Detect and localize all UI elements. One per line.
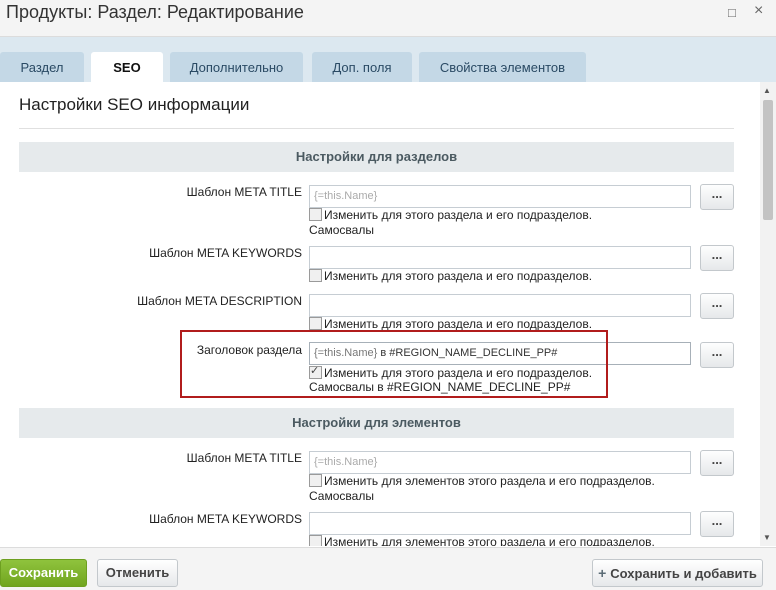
scroll-down-icon[interactable]: ▼ [763,533,771,542]
page-title: Настройки SEO информации [19,95,250,114]
checkbox[interactable] [309,317,322,330]
close-icon[interactable]: × [754,2,763,20]
section-meta-description-input[interactable] [309,294,691,317]
tab-extra-fields[interactable]: Доп. поля [312,52,412,83]
window-title: Продукты: Раздел: Редактирование [6,2,304,22]
checkbox-label: Изменить для этого раздела и его подразд… [324,208,593,222]
save-button[interactable]: Сохранить [0,559,87,587]
highlight-frame [180,330,608,398]
element-meta-keywords-input[interactable] [309,512,691,535]
scrollbar-thumb[interactable] [763,100,773,220]
divider [19,128,734,129]
element-meta-title-preview: Самосвалы [309,489,374,503]
section-meta-keywords-insert-button[interactable]: ... [700,245,734,271]
section-meta-keywords-checkbox-row[interactable]: Изменить для этого раздела и его подразд… [309,269,592,283]
checkbox[interactable] [309,269,322,282]
section-meta-description-label: Шаблон META DESCRIPTION [137,294,302,308]
tab-additional[interactable]: Дополнительно [170,52,303,83]
element-meta-keywords-checkbox-row[interactable]: Изменить для элементов этого раздела и е… [309,535,655,546]
section-heading-insert-button[interactable]: ... [700,342,734,368]
checkbox[interactable] [309,208,322,221]
section-meta-description-insert-button[interactable]: ... [700,293,734,319]
section-meta-title-label: Шаблон META TITLE [186,185,302,199]
element-meta-title-checkbox-row[interactable]: Изменить для элементов этого раздела и е… [309,474,655,488]
plus-icon: + [598,565,607,581]
element-meta-keywords-insert-button[interactable]: ... [700,511,734,537]
section-meta-title-insert-button[interactable]: ... [700,184,734,210]
checkbox[interactable] [309,474,322,487]
section-meta-title-input[interactable]: {=this.Name} [309,185,691,208]
section-meta-description-checkbox-row[interactable]: Изменить для этого раздела и его подразд… [309,317,592,331]
section-meta-keywords-label: Шаблон META KEYWORDS [149,246,302,260]
tab-section[interactable]: Раздел [0,52,84,83]
element-meta-keywords-label: Шаблон META KEYWORDS [149,512,302,526]
save-and-add-label: Сохранить и добавить [610,566,757,581]
scroll-up-icon[interactable]: ▲ [763,86,771,95]
cancel-button[interactable]: Отменить [97,559,178,587]
window-titlebar: Продукты: Раздел: Редактирование □ × [0,0,776,37]
section-settings-header: Настройки для разделов [19,142,734,172]
element-meta-title-label: Шаблон META TITLE [186,451,302,465]
checkbox-label: Изменить для этого раздела и его подразд… [324,269,593,283]
checkbox-label: Изменить для элементов этого раздела и е… [324,535,655,546]
element-meta-title-input[interactable]: {=this.Name} [309,451,691,474]
checkbox[interactable] [309,535,322,546]
checkbox-label: Изменить для этого раздела и его подразд… [324,317,593,331]
element-settings-header: Настройки для элементов [19,408,734,438]
vertical-scrollbar[interactable]: ▲ ▼ [760,82,776,546]
tab-element-properties[interactable]: Свойства элементов [419,52,586,83]
element-meta-title-insert-button[interactable]: ... [700,450,734,476]
section-meta-keywords-input[interactable] [309,246,691,269]
section-meta-title-checkbox-row[interactable]: Изменить для этого раздела и его подразд… [309,208,592,222]
checkbox-label: Изменить для элементов этого раздела и е… [324,474,655,488]
footer-bar: Сохранить Отменить + Сохранить и добавить [0,547,776,590]
tab-bar: Раздел SEO Дополнительно Доп. поля Свойс… [0,37,776,84]
section-meta-title-preview: Самосвалы [309,223,374,237]
maximize-icon[interactable]: □ [728,5,736,20]
tab-seo[interactable]: SEO [91,52,163,84]
seo-panel: Настройки SEO информации Настройки для р… [0,82,760,546]
save-and-add-button[interactable]: + Сохранить и добавить [592,559,763,587]
